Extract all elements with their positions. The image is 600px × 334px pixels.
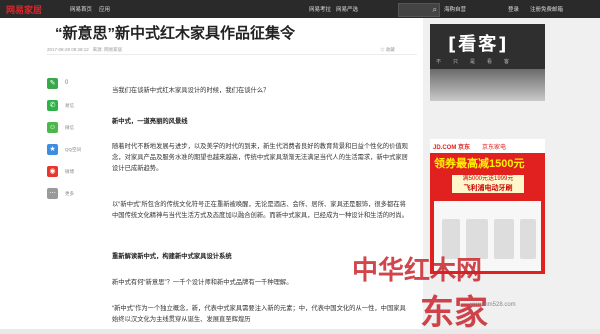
comment-count[interactable]: ✎ 0: [47, 78, 87, 92]
watermark-logo: 中华红木网: [352, 255, 483, 285]
kanke-ad-title: [看客]: [448, 34, 509, 55]
star-icon: ☆: [380, 47, 385, 52]
kanke-ad-banner[interactable]: [看客] 不只是看客: [430, 24, 545, 101]
jd-ad-headline: 领券最高减1500元: [434, 158, 525, 170]
signup-link[interactable]: 注册免费邮箱: [530, 5, 563, 13]
favorite-button[interactable]: ☆ 收藏: [380, 47, 395, 53]
comment-icon: ✎: [47, 78, 58, 89]
article-paragraph: “新中式”作为一个独立概念，新，代表中式家具需要注入新的元素；中，代表中国文化的…: [112, 305, 406, 323]
share-yixin-label: 易信: [65, 103, 74, 108]
article-date: 2017-08-28 09:28:12: [47, 47, 89, 52]
nav-link-kaola[interactable]: 网易考拉: [309, 5, 331, 13]
wechat-icon: ☺: [47, 122, 58, 133]
jd-logo: JD.COM 京东: [433, 145, 471, 151]
share-yixin-button[interactable]: ✆ 易信: [47, 100, 87, 114]
appliance-image: [494, 219, 514, 259]
share-weibo-button[interactable]: ◉ 微博: [47, 166, 87, 180]
article-title: “新意思”新中式红木家具作品征集令: [55, 25, 296, 42]
article-paragraph: 以“新中式”所包含的传统文化符号正在重新被唤醒，无论是酒店、会所、居所、家具还是…: [112, 201, 408, 219]
nav-link-apps[interactable]: 应用: [99, 5, 110, 13]
site-logo[interactable]: 网易家居: [6, 3, 56, 15]
article-paragraph: 随着时代不断地发展与进步，以及美学的时代的到来，新生代消费者良好的教育背景和日益…: [112, 143, 408, 172]
watermark-logo-east: 东家: [420, 294, 488, 332]
jd-ad-header: JD.COM 京东 京东家电: [430, 139, 545, 153]
kanke-ad-photo: [430, 69, 545, 101]
weibo-icon: ◉: [47, 166, 58, 177]
article-meta: 2017-08-28 09:28:12 来源: 网易家居: [47, 47, 122, 53]
share-more-button[interactable]: ⋯ 更多: [47, 188, 87, 202]
share-more-label: 更多: [65, 191, 74, 196]
title-divider: [47, 54, 417, 55]
share-weibo-label: 微博: [65, 169, 74, 174]
share-wechat-label: 微信: [65, 125, 74, 130]
yixin-icon: ✆: [47, 100, 58, 111]
favorite-label: 收藏: [385, 47, 395, 52]
appliance-image: [520, 219, 536, 259]
share-qzone-label: QQ空间: [65, 147, 82, 152]
nav-link-yanxuan[interactable]: 网易严选: [336, 5, 358, 13]
jd-ad-coupon: 满5000元送1999元 飞利浦电动牙刷: [452, 175, 524, 193]
qzone-icon: ★: [47, 144, 58, 155]
share-wechat-button[interactable]: ☺ 微信: [47, 122, 87, 136]
jd-coupon-line2: 飞利浦电动牙刷: [463, 185, 513, 192]
article-paragraph: 当我们在谈新中式红木家具设计的时候，我们在谈什么？: [112, 87, 270, 94]
share-qzone-button[interactable]: ★ QQ空间: [47, 144, 87, 158]
site-search-input[interactable]: ⌕: [398, 3, 440, 17]
jd-coupon-line1: 满5000元送1999元: [462, 176, 514, 182]
kanke-ad-subtitle: 不只是看客: [436, 59, 522, 65]
article-subheading: 新中式，一道亮丽的风景线: [112, 118, 188, 125]
top-navigation-bar: 网易家居 网易首页 应用 网易考拉 网易严选 ⌕ 海购自营 登录 注册免费邮箱: [0, 0, 600, 18]
more-icon: ⋯: [47, 188, 58, 199]
article-source[interactable]: 来源: 网易家居: [93, 47, 123, 52]
nav-link-home[interactable]: 网易首页: [70, 5, 92, 13]
search-icon[interactable]: ⌕: [433, 5, 437, 15]
nav-link-haigou[interactable]: 海购自营: [444, 5, 466, 13]
login-link[interactable]: 登录: [508, 5, 519, 13]
watermark-url: www.hm528.com: [470, 302, 516, 308]
jd-appliances-label: 京东家电: [482, 145, 507, 151]
